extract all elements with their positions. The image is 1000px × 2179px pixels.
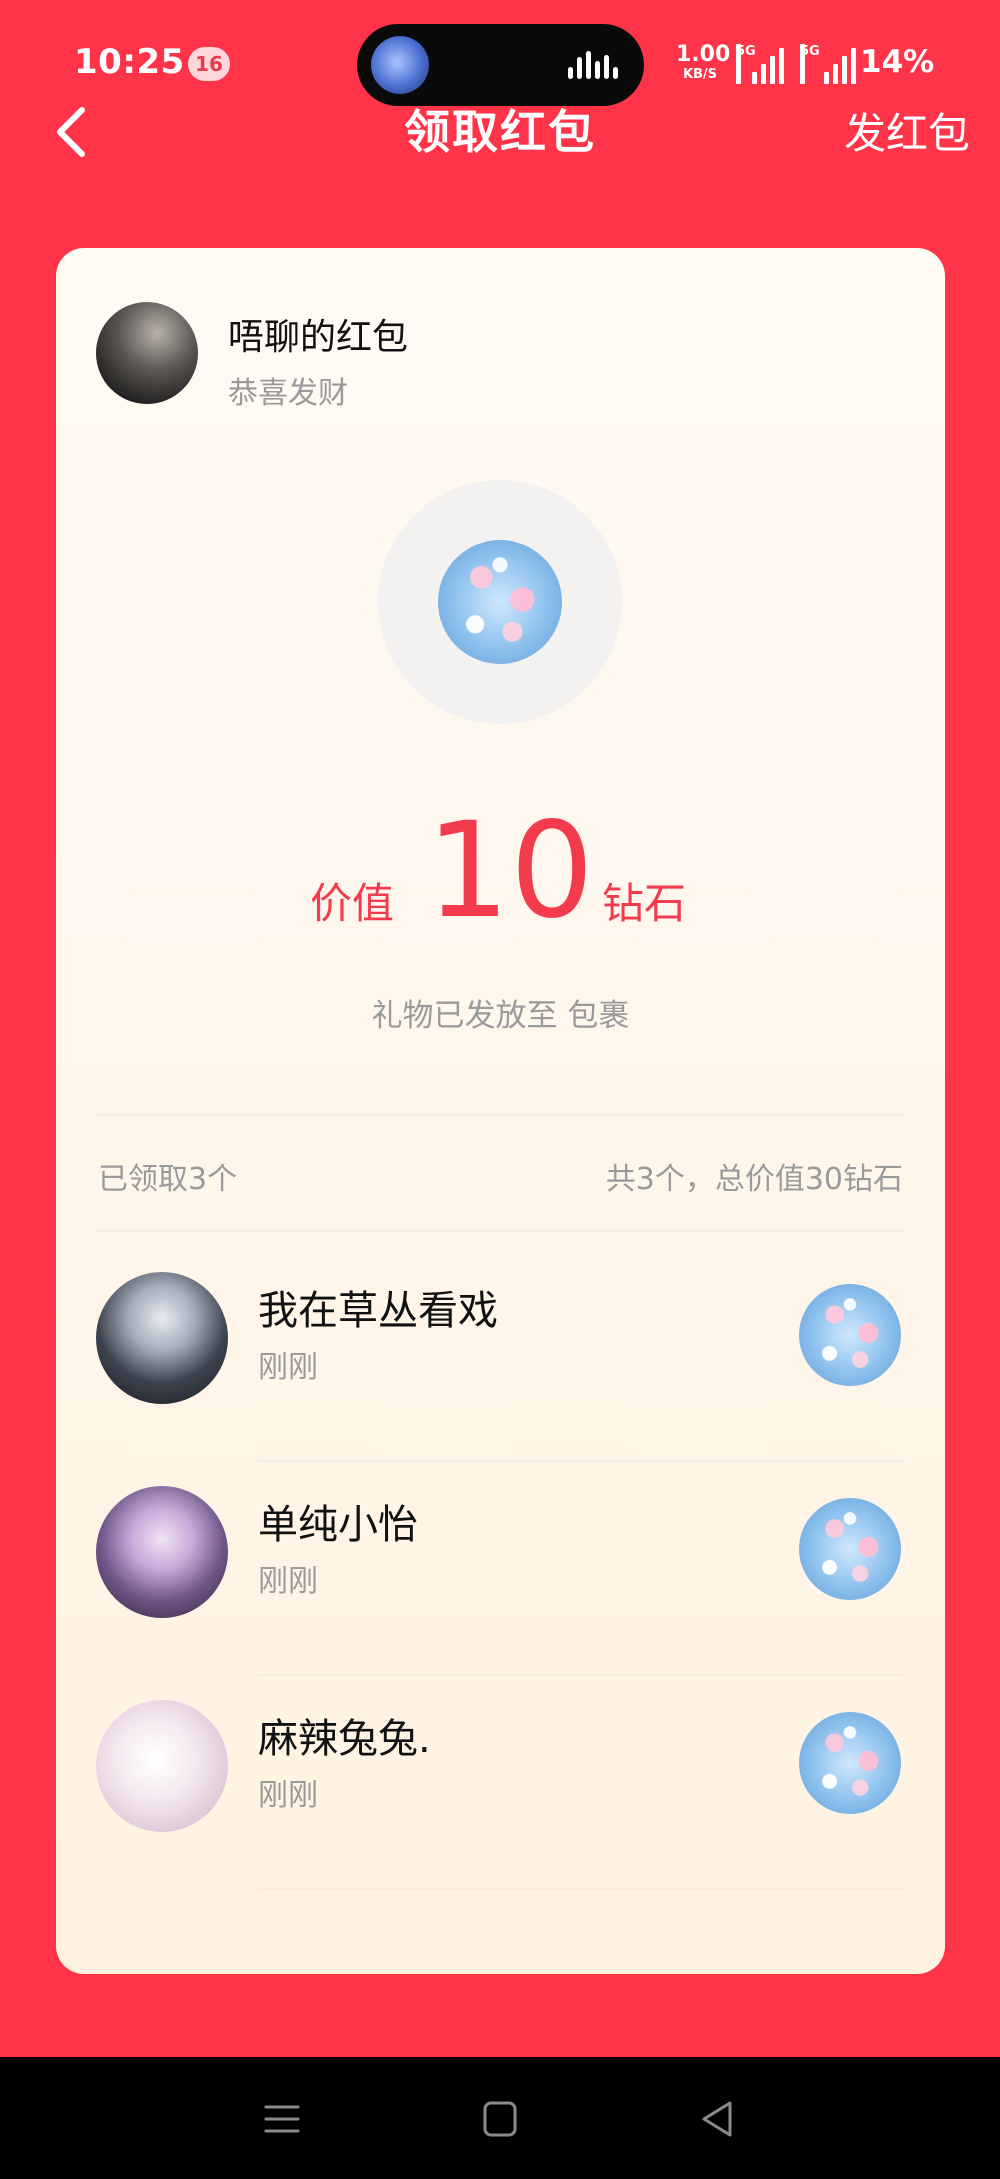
- notification-badge: 16: [188, 47, 230, 81]
- gift-value: 价值 10 钻石: [56, 796, 945, 946]
- row-divider: [258, 1888, 905, 1890]
- nav-home-button[interactable]: [468, 2087, 532, 2151]
- system-nav-bar: [0, 2057, 1000, 2179]
- value-prefix: 价值: [310, 879, 395, 928]
- gift-display: [378, 480, 622, 724]
- status-time: 10:25: [74, 42, 185, 82]
- signal-icon-2: 5G: [800, 44, 856, 84]
- dynamic-island[interactable]: [357, 24, 644, 106]
- media-thumbnail: [371, 36, 429, 94]
- network-speed-unit: KB/S: [682, 67, 718, 82]
- red-packet-card: 唔聊的红包 恭喜发财 价值 10 钻石 礼物已发放至 包裹 已领取3个 共3个，…: [56, 248, 945, 1974]
- nav-menu-button[interactable]: [250, 2087, 314, 2151]
- gift-image: [438, 540, 562, 664]
- claimer-avatar[interactable]: [96, 1486, 228, 1618]
- claimer-name: 单纯小怡: [258, 1502, 418, 1548]
- claimer-avatar[interactable]: [96, 1272, 228, 1404]
- square-icon: [483, 2101, 517, 2137]
- claimer-name: 麻辣兔兔.: [258, 1716, 431, 1762]
- chevron-left-icon: [57, 107, 85, 157]
- battery-level: 14%: [860, 44, 935, 80]
- sender-name: 唔聊的红包: [228, 317, 409, 358]
- claimed-count: 已领取3个: [98, 1162, 238, 1197]
- claim-row[interactable]: 单纯小怡 刚刚: [56, 1462, 945, 1676]
- claimer-name: 我在草丛看戏: [258, 1288, 498, 1334]
- claim-time: 刚刚: [258, 1778, 318, 1813]
- claim-time: 刚刚: [258, 1564, 318, 1599]
- value-number: 10: [426, 794, 594, 948]
- divider: [96, 1114, 905, 1116]
- network-speed: 1.00 KB/S: [676, 42, 731, 82]
- claimer-avatar[interactable]: [96, 1700, 228, 1832]
- network-speed-value: 1.00: [676, 42, 731, 67]
- divider: [96, 1230, 905, 1232]
- back-button[interactable]: [48, 100, 98, 164]
- value-unit: 钻石: [602, 879, 687, 928]
- signal-icon: 5G: [736, 44, 784, 84]
- send-red-packet-button[interactable]: 发红包: [844, 100, 970, 161]
- sender-avatar[interactable]: [96, 302, 198, 404]
- audio-wave-icon: [568, 51, 618, 79]
- claim-row[interactable]: 我在草丛看戏 刚刚: [56, 1248, 945, 1462]
- claimed-gift-image: [799, 1284, 901, 1386]
- total-summary: 共3个，总价值30钻石: [605, 1162, 903, 1197]
- delivered-note: 礼物已发放至 包裹: [371, 998, 630, 1034]
- signal-label: 5G: [736, 44, 756, 84]
- triangle-back-icon: [702, 2101, 732, 2137]
- page-title: 领取红包: [404, 105, 596, 159]
- claim-row[interactable]: 麻辣兔兔. 刚刚: [56, 1676, 945, 1890]
- nav-back-button[interactable]: [686, 2087, 750, 2151]
- claimed-gift-image: [799, 1498, 901, 1600]
- signal-label-2: 5G: [800, 44, 820, 84]
- blessing-text: 恭喜发财: [228, 376, 348, 411]
- claim-time: 刚刚: [258, 1350, 318, 1385]
- claimed-gift-image: [799, 1712, 901, 1814]
- menu-icon: [264, 2105, 300, 2133]
